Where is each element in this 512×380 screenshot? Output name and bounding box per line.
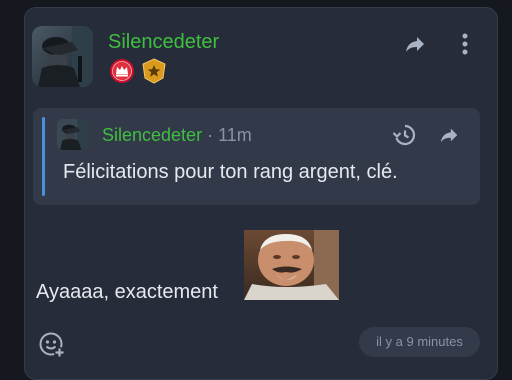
quote-author[interactable]: Silencedeter [102,125,202,145]
laughing-man-emoji-image [244,230,339,300]
quote-text: Félicitations pour ton rang argent, clé. [63,161,398,183]
author-name[interactable]: Silencedeter [108,30,219,54]
crown-badge-icon [109,58,135,84]
message-text: Ayaaaa, exactement [36,281,218,303]
post-card: Silencedeter Silencedeter · 11m Félicita… [24,7,498,380]
quote-header: Silencedeter · 11m [102,125,252,145]
star-badge-icon [141,58,167,84]
add-reaction-icon[interactable] [37,330,67,360]
quote-time: 11m [218,125,252,145]
avatar[interactable] [32,26,93,87]
quote-separator: · [207,125,214,145]
quote-bar [42,117,45,196]
timestamp-badge: il y a 9 minutes [359,327,480,357]
history-icon[interactable] [391,122,417,148]
more-vertical-icon[interactable] [453,30,477,58]
quoted-message[interactable]: Silencedeter · 11m Félicitations pour to… [33,108,480,205]
share-icon[interactable] [401,30,429,58]
quote-share-icon[interactable] [436,122,462,148]
quote-avatar[interactable] [57,119,88,150]
